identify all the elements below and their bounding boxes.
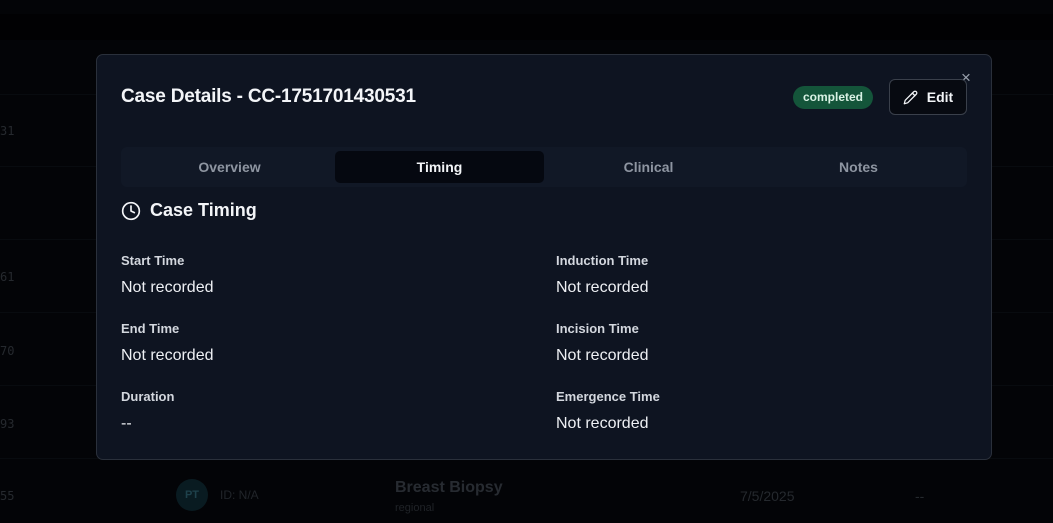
modal-title: Case Details - CC-1751701430531 xyxy=(121,86,416,107)
case-details-modal: × Case Details - CC-1751701430531 comple… xyxy=(96,54,992,460)
tab-timing[interactable]: Timing xyxy=(335,151,544,183)
edit-button[interactable]: Edit xyxy=(889,79,967,115)
end-time-value: Not recorded xyxy=(121,347,214,364)
emergence-time-label: Emergence Time xyxy=(556,389,660,404)
induction-time-label: Induction Time xyxy=(556,253,649,268)
tab-overview[interactable]: Overview xyxy=(125,151,334,183)
section-title: Case Timing xyxy=(150,200,257,220)
end-time-label: End Time xyxy=(121,321,180,336)
start-time-label: Start Time xyxy=(121,253,185,268)
tab-notes[interactable]: Notes xyxy=(754,151,963,183)
start-time-value: Not recorded xyxy=(121,279,214,296)
case-timing-header: Case Timing xyxy=(121,200,257,221)
emergence-time-value: Not recorded xyxy=(556,415,649,432)
clock-icon xyxy=(121,201,141,220)
pencil-icon xyxy=(903,90,918,104)
duration-label: Duration xyxy=(121,389,175,404)
tab-clinical[interactable]: Clinical xyxy=(544,151,753,183)
status-badge: completed xyxy=(793,86,874,109)
incision-time-label: Incision Time xyxy=(556,321,639,336)
edit-button-label: Edit xyxy=(926,89,954,105)
induction-time-value: Not recorded xyxy=(556,279,649,296)
tab-list: Overview Timing Clinical Notes xyxy=(121,147,967,187)
duration-value: -- xyxy=(121,415,132,432)
incision-time-value: Not recorded xyxy=(556,347,649,364)
